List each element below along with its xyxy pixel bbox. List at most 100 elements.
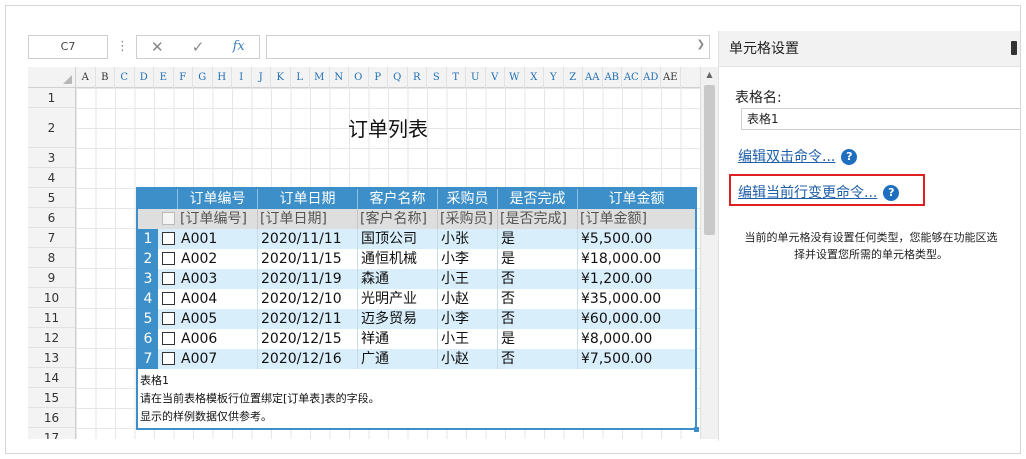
row-checkbox[interactable]: [162, 332, 175, 345]
table-cell-customer[interactable]: 通恒机械: [358, 249, 438, 269]
table-cell-date[interactable]: 2020/12/16: [258, 349, 358, 369]
table-cell-date[interactable]: 2020/12/11: [258, 309, 358, 329]
select-all-corner[interactable]: [28, 67, 76, 88]
row-checkbox[interactable]: [162, 352, 175, 365]
column-header[interactable]: O: [349, 67, 369, 88]
row-header[interactable]: 11: [28, 308, 75, 328]
row-header[interactable]: 13: [28, 348, 75, 368]
row-checkbox[interactable]: [162, 292, 175, 305]
table-cell-customer[interactable]: 广通: [358, 349, 438, 369]
column-header[interactable]: AD: [642, 67, 661, 88]
pin-icon[interactable]: [1011, 41, 1017, 55]
edit-double-click-command-link[interactable]: 编辑双击命令...?: [738, 146, 858, 166]
table-row[interactable]: 1 A001 2020/11/11 国顶公司 小张是 ¥5,500.00: [138, 229, 695, 249]
table-row[interactable]: 4 A004 2020/12/10 光明产业 小赵否 ¥35,000.00: [138, 289, 695, 309]
table-name-input[interactable]: 表格1: [741, 108, 1020, 130]
binding-order-id[interactable]: [订单编号]: [178, 209, 258, 229]
column-header[interactable]: S: [427, 67, 447, 88]
checkbox-header[interactable]: [162, 212, 175, 225]
table-cell-done[interactable]: 是: [498, 329, 578, 349]
column-header[interactable]: F: [174, 67, 193, 88]
table-cell-date[interactable]: 2020/11/15: [258, 249, 358, 269]
row-checkbox[interactable]: [162, 312, 175, 325]
chevron-down-icon[interactable]: ❯: [697, 39, 705, 50]
table-row[interactable]: 6 A006 2020/12/15 祥通 小王是 ¥8,000.00: [138, 329, 695, 349]
column-header[interactable]: B: [96, 67, 115, 88]
table-cell-date[interactable]: 2020/11/11: [258, 229, 358, 249]
column-header[interactable]: N: [330, 67, 349, 88]
header-done[interactable]: 是否完成: [498, 189, 578, 209]
row-header[interactable]: 10: [28, 288, 75, 308]
row-header[interactable]: 3: [28, 148, 75, 168]
column-header[interactable]: D: [135, 67, 154, 88]
column-header[interactable]: AA: [583, 67, 603, 88]
column-header[interactable]: X: [525, 67, 544, 88]
table-cell-customer[interactable]: 国顶公司: [358, 229, 438, 249]
column-header[interactable]: M: [310, 67, 330, 88]
column-header[interactable]: C: [115, 67, 135, 88]
cell-grid[interactable]: 订单列表 订单编号 订单日期 客户名称 采购员 是否完成 订单金额 [订单编号]…: [76, 88, 700, 439]
table-cell-amount[interactable]: ¥1,200.00: [578, 269, 695, 289]
row-header[interactable]: 15: [28, 388, 75, 408]
table-row[interactable]: 5 A005 2020/12/11 迈多贸易 小李否 ¥60,000.00: [138, 309, 695, 329]
table-cell-done[interactable]: 是: [498, 229, 578, 249]
column-header[interactable]: Z: [564, 67, 583, 88]
link-label[interactable]: 编辑双击命令...: [738, 149, 835, 165]
header-customer[interactable]: 客户名称: [358, 189, 438, 209]
table-cell-amount[interactable]: ¥60,000.00: [578, 309, 695, 329]
row-header[interactable]: 4: [28, 168, 75, 188]
table-row[interactable]: 2 A002 2020/11/15 通恒机械 小李是 ¥18,000.00: [138, 249, 695, 269]
close-icon[interactable]: ✕: [142, 36, 172, 58]
table-cell-amount[interactable]: ¥35,000.00: [578, 289, 695, 309]
table-cell-id[interactable]: A002: [178, 249, 258, 269]
table-cell-amount[interactable]: ¥18,000.00: [578, 249, 695, 269]
table-cell-date[interactable]: 2020/11/19: [258, 269, 358, 289]
binding-done[interactable]: [是否完成]: [498, 209, 578, 229]
scroll-up-icon[interactable]: ▲: [701, 69, 718, 81]
table-cell-done[interactable]: 否: [498, 289, 578, 309]
edit-row-change-command-link[interactable]: 编辑当前行变更命令...?: [738, 182, 900, 202]
row-checkbox[interactable]: [162, 232, 175, 245]
row-header[interactable]: 2: [28, 108, 75, 148]
table-cell-customer[interactable]: 祥通: [358, 329, 438, 349]
more-icon[interactable]: ⋮: [116, 37, 129, 57]
table-cell-done[interactable]: 是: [498, 249, 578, 269]
column-header[interactable]: W: [505, 67, 525, 88]
column-header[interactable]: V: [486, 67, 505, 88]
check-icon[interactable]: ✓: [183, 36, 213, 58]
table-cell-buyer[interactable]: 小张: [438, 229, 498, 249]
row-header[interactable]: 12: [28, 328, 75, 348]
table-cell-buyer[interactable]: 小李: [438, 249, 498, 269]
header-amount[interactable]: 订单金额: [578, 189, 695, 209]
table-cell-date[interactable]: 2020/12/15: [258, 329, 358, 349]
row-header[interactable]: 16: [28, 408, 75, 428]
column-header[interactable]: H: [213, 67, 232, 88]
row-header[interactable]: 1: [28, 88, 75, 108]
column-header[interactable]: J: [252, 67, 271, 88]
table-cell-done[interactable]: 否: [498, 309, 578, 329]
table-cell-id[interactable]: A005: [178, 309, 258, 329]
table-cell-amount[interactable]: ¥8,000.00: [578, 329, 695, 349]
vertical-scrollbar[interactable]: ▲: [700, 67, 718, 439]
header-buyer[interactable]: 采购员: [438, 189, 498, 209]
column-header[interactable]: Q: [388, 67, 408, 88]
resize-handle[interactable]: [694, 427, 699, 432]
column-header[interactable]: K: [271, 67, 291, 88]
table-cell-customer[interactable]: 光明产业: [358, 289, 438, 309]
column-header[interactable]: AC: [622, 67, 642, 88]
column-header[interactable]: P: [369, 67, 388, 88]
link-label[interactable]: 编辑当前行变更命令...: [738, 185, 877, 201]
row-header[interactable]: 14: [28, 368, 75, 388]
table-cell-buyer[interactable]: 小王: [438, 269, 498, 289]
row-checkbox[interactable]: [162, 252, 175, 265]
table-cell-id[interactable]: A004: [178, 289, 258, 309]
row-header[interactable]: 5: [28, 188, 75, 208]
table-cell-buyer[interactable]: 小王: [438, 329, 498, 349]
table-cell-done[interactable]: 否: [498, 269, 578, 289]
table-cell-amount[interactable]: ¥5,500.00: [578, 229, 695, 249]
header-order-id[interactable]: 订单编号: [178, 189, 258, 209]
row-header[interactable]: 9: [28, 268, 75, 288]
table-cell-id[interactable]: A003: [178, 269, 258, 289]
column-header[interactable]: Y: [544, 67, 564, 88]
table-cell-buyer[interactable]: 小赵: [438, 349, 498, 369]
